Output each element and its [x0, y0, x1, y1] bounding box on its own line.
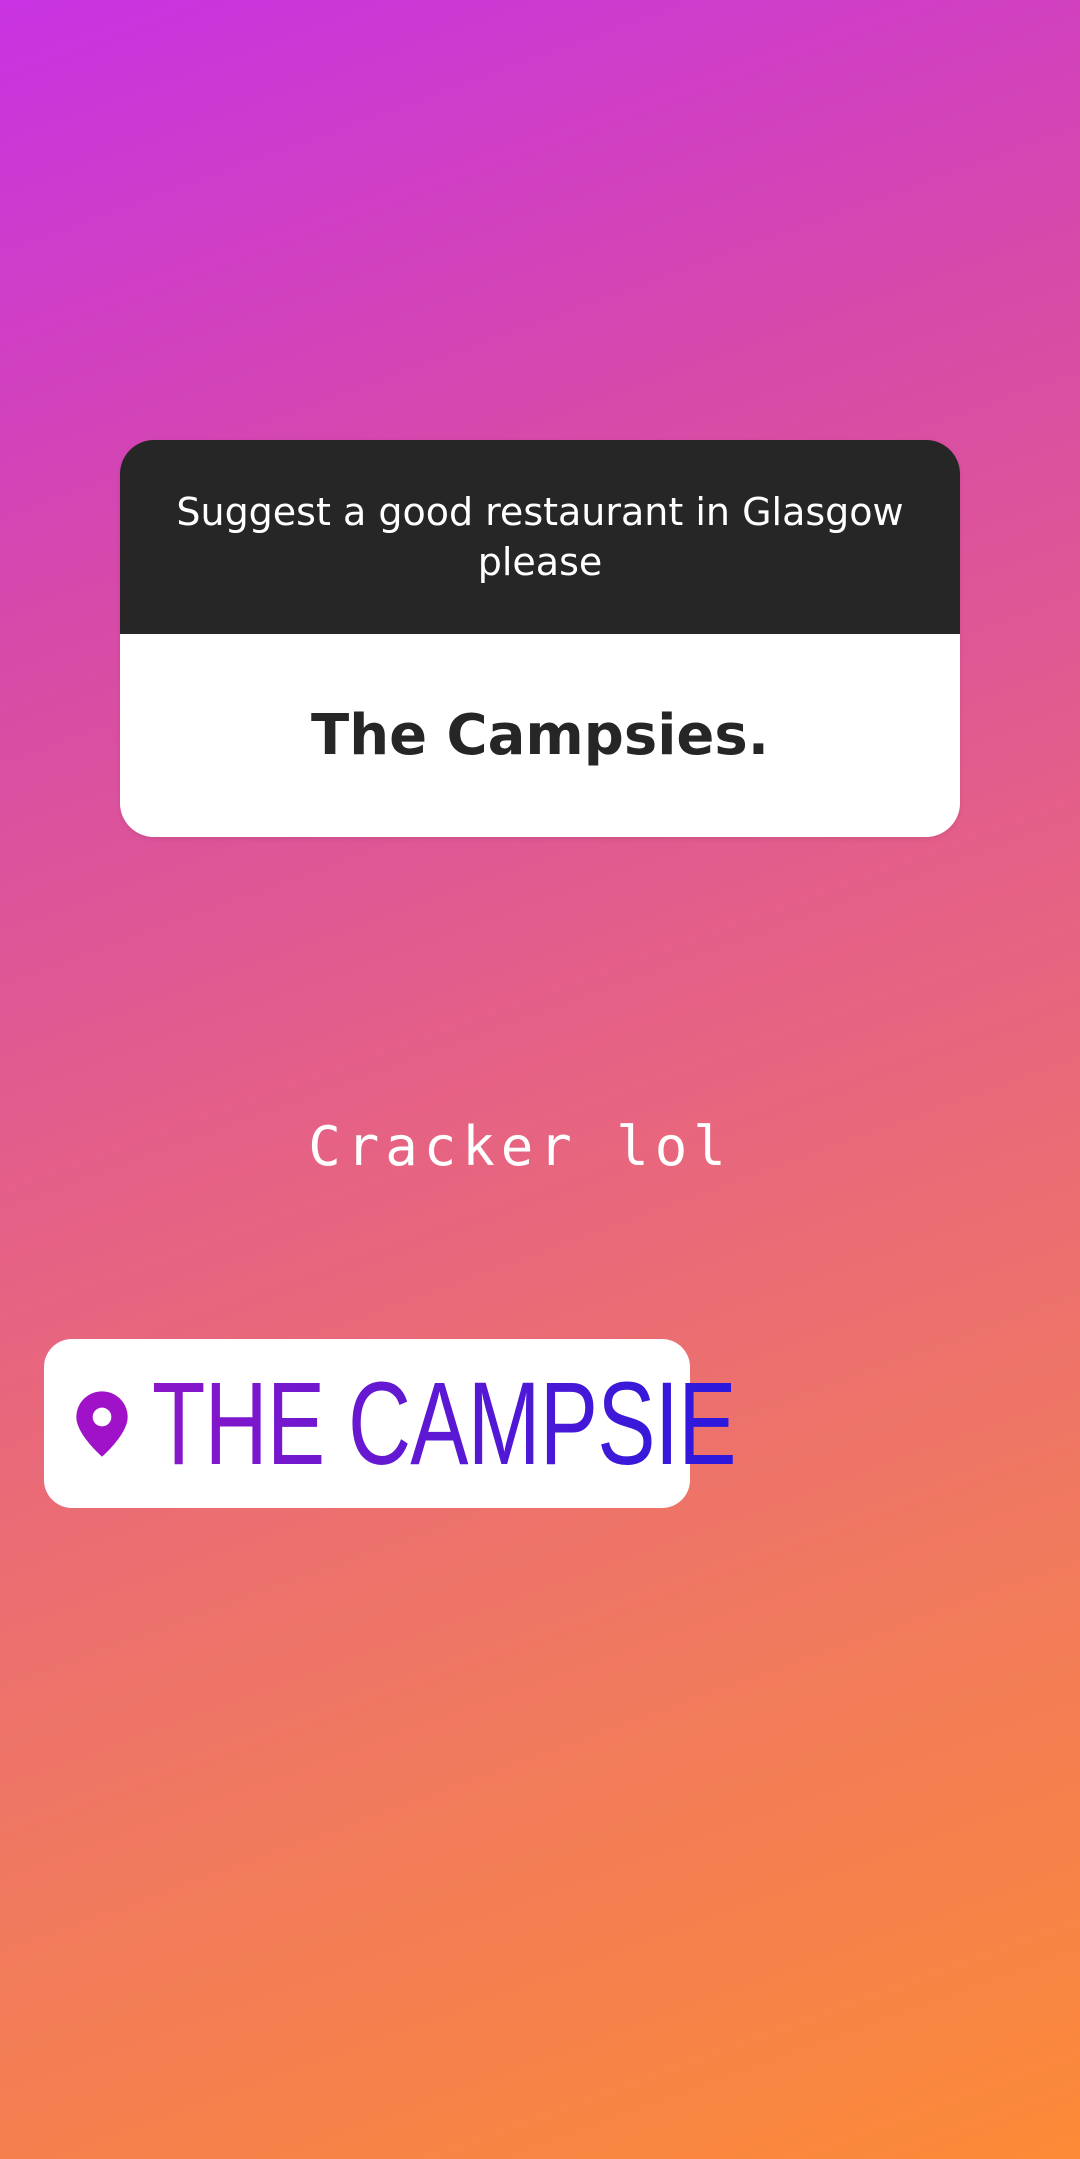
location-pin-icon [76, 1390, 128, 1457]
question-sticker[interactable]: Suggest a good restaurant in Glasgow ple… [120, 440, 960, 837]
caption-text: Cracker lol [308, 1115, 732, 1178]
location-name: THE CAMPSIE [152, 1357, 737, 1490]
question-header: Suggest a good restaurant in Glasgow ple… [120, 440, 960, 634]
answer-text: The Campsies. [311, 703, 769, 768]
question-text: Suggest a good restaurant in Glasgow ple… [176, 490, 904, 584]
answer-area: The Campsies. [120, 634, 960, 837]
location-sticker[interactable]: THE CAMPSIE [44, 1339, 737, 1508]
